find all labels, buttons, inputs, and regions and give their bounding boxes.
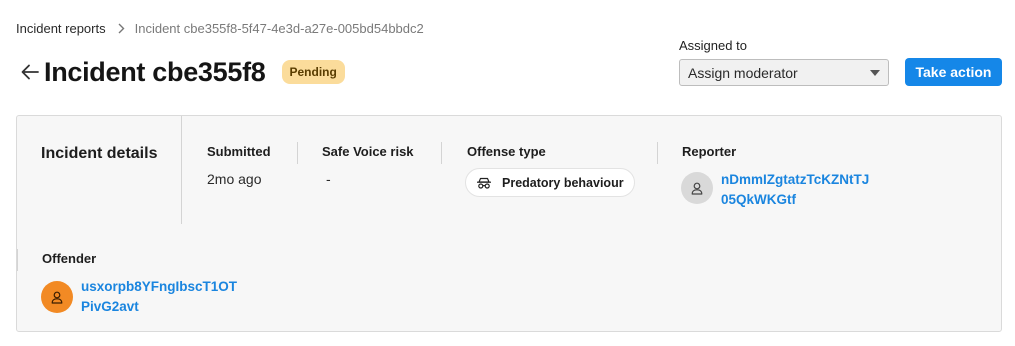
- incident-details-card: Incident details Submitted 2mo ago Safe …: [16, 115, 1002, 332]
- divider: [181, 116, 182, 224]
- breadcrumb-current: Incident cbe355f8-5f47-4e3d-a27e-005bd54…: [134, 21, 424, 36]
- offense-type-value: Predatory behaviour: [502, 175, 624, 190]
- reporter-name-line1: nDmmIZgtatzTcKZNtTJ: [721, 172, 870, 187]
- take-action-button[interactable]: Take action: [905, 58, 1002, 86]
- assign-block: Assigned to Assign moderator: [679, 38, 889, 86]
- offender-link[interactable]: usxorpb8YFngIbscT1OT PivG2avt: [81, 277, 237, 317]
- safe-voice-risk-value: -: [326, 171, 331, 187]
- assigned-to-label: Assigned to: [679, 38, 747, 53]
- user-icon: [51, 291, 63, 304]
- reporter-label: Reporter: [682, 144, 737, 159]
- offense-type-pill: Predatory behaviour: [465, 168, 635, 197]
- offense-type-label: Offense type: [467, 144, 546, 159]
- submitted-value: 2mo ago: [207, 171, 262, 187]
- divider: [657, 142, 658, 164]
- reporter-avatar: [681, 172, 713, 204]
- offender-name-line1: usxorpb8YFngIbscT1OT: [81, 279, 238, 294]
- reporter-name-line2: 05QkWKGtf: [721, 192, 797, 207]
- chevron-right-icon: [118, 23, 125, 34]
- offender-label: Offender: [42, 251, 97, 266]
- breadcrumb: Incident reports Incident cbe355f8-5f47-…: [16, 21, 424, 36]
- title-row: Incident cbe355f8 Pending: [18, 56, 345, 88]
- user-icon: [691, 182, 703, 195]
- caret-down-icon: [870, 69, 880, 76]
- breadcrumb-incident-reports-link[interactable]: Incident reports: [16, 21, 106, 36]
- safe-voice-risk-label: Safe Voice risk: [322, 144, 414, 159]
- back-arrow-icon[interactable]: [18, 56, 42, 88]
- divider: [441, 142, 442, 164]
- page-title: Incident cbe355f8: [44, 56, 266, 87]
- assign-moderator-select[interactable]: Assign moderator: [679, 59, 889, 86]
- submitted-label: Submitted: [207, 144, 271, 159]
- spy-icon: [476, 177, 492, 189]
- offender-avatar: [41, 281, 73, 313]
- reporter-link[interactable]: nDmmIZgtatzTcKZNtTJ 05QkWKGtf: [721, 170, 869, 210]
- divider: [297, 142, 298, 164]
- divider: [17, 249, 18, 271]
- assign-moderator-value: Assign moderator: [688, 64, 798, 81]
- incident-details-heading: Incident details: [41, 145, 158, 162]
- offender-name-line2: PivG2avt: [81, 299, 139, 314]
- status-badge: Pending: [281, 60, 345, 84]
